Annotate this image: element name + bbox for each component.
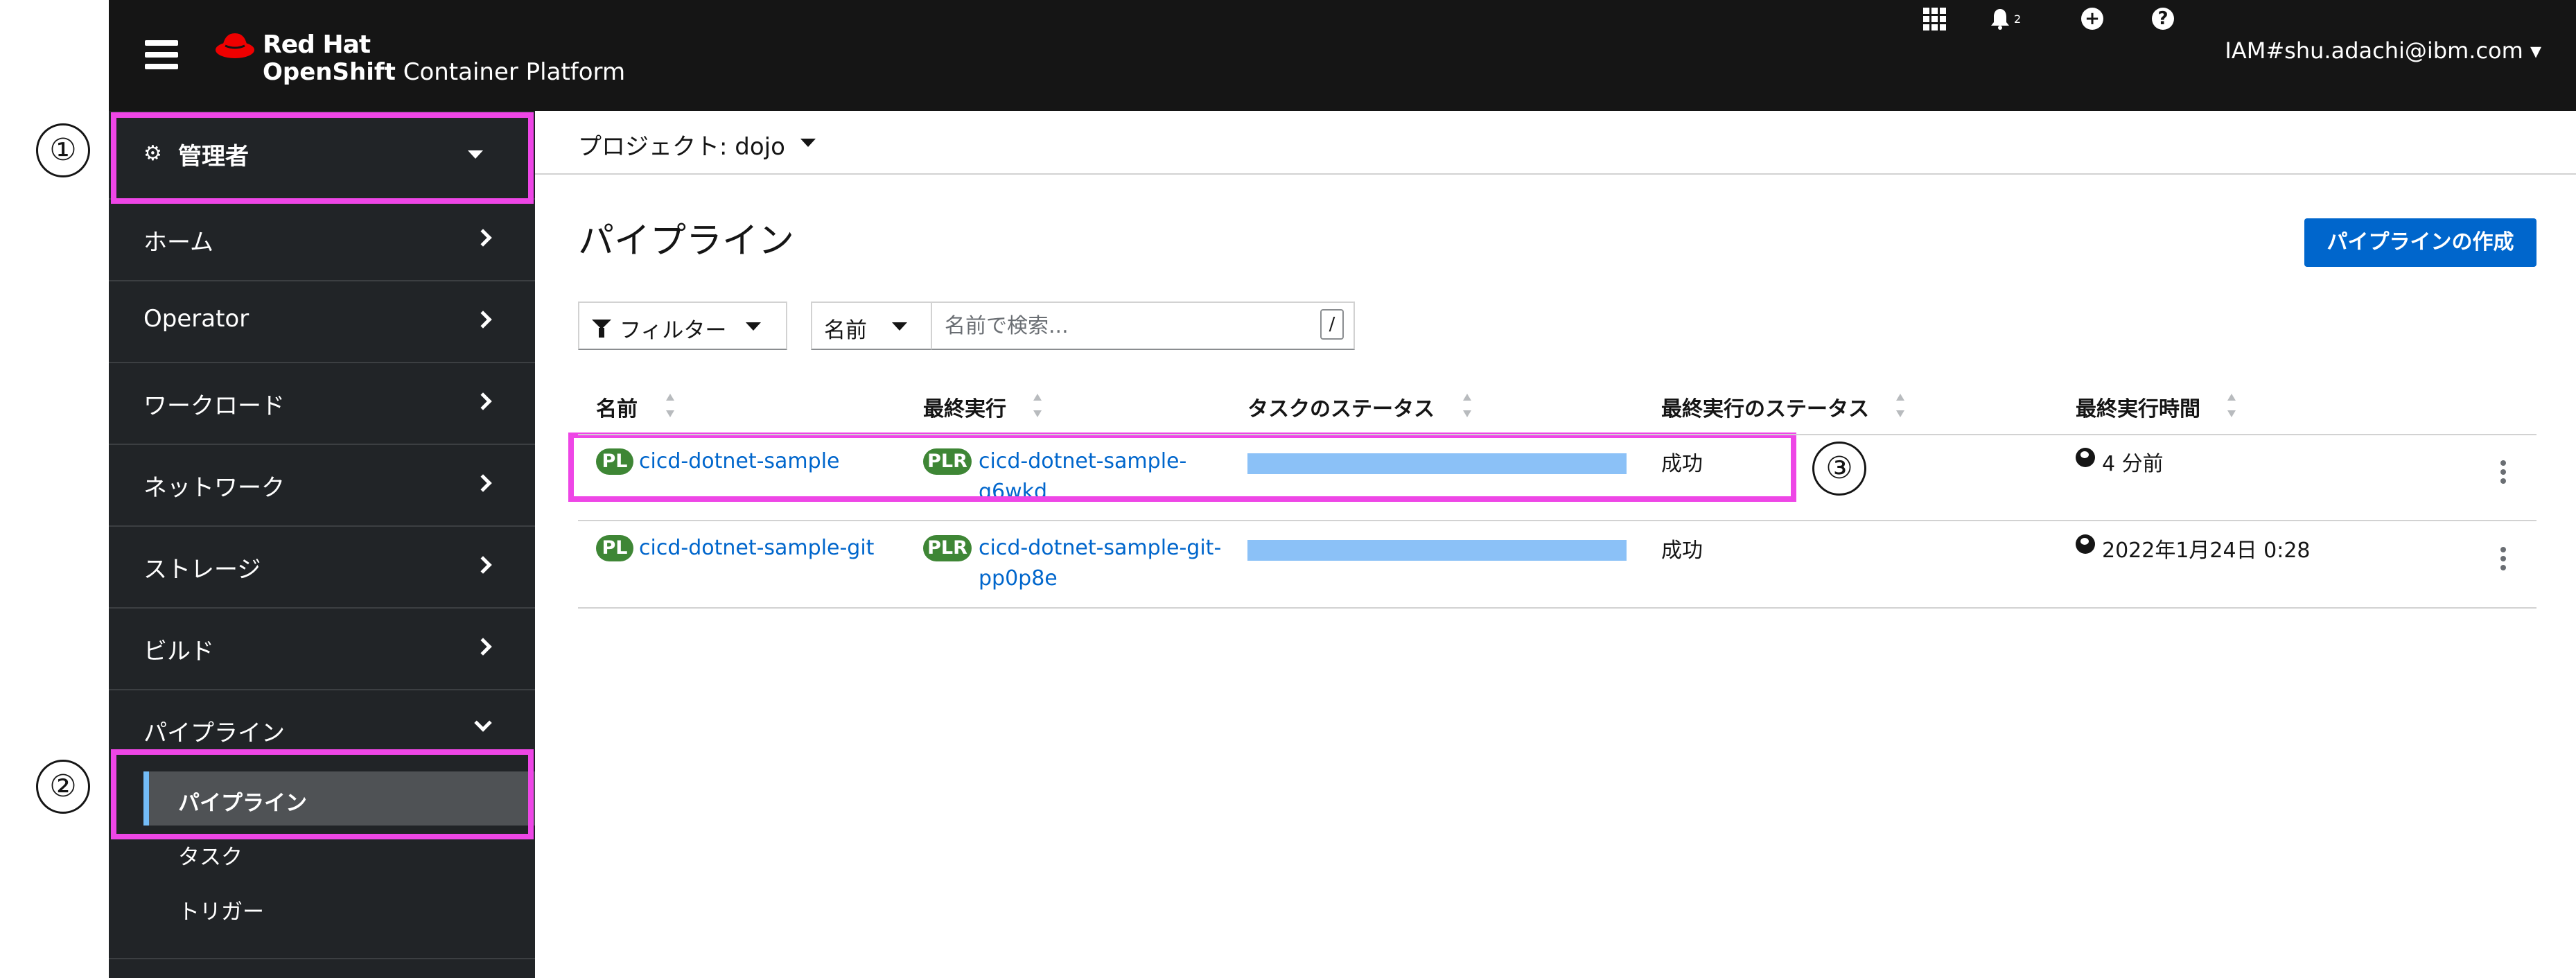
table-row-divider — [578, 520, 2536, 521]
redhat-logo-icon — [216, 33, 254, 58]
kebab-icon[interactable] — [2500, 460, 2506, 484]
sidebar-divider — [109, 958, 535, 959]
pipeline-name-link[interactable]: cicd-dotnet-sample — [639, 446, 839, 477]
search-attribute-dropdown[interactable]: 名前 — [811, 302, 932, 350]
sidebar-item-networking[interactable]: ネットワーク — [109, 445, 535, 527]
pl-badge: PL — [596, 535, 633, 561]
chevron-right-icon — [474, 311, 492, 329]
sidebar-item-workloads[interactable]: ワークロード — [109, 363, 535, 445]
sort-icon[interactable] — [1033, 394, 1042, 417]
sidebar-subitem-triggers[interactable]: トリガー — [143, 880, 535, 934]
chevron-right-icon — [474, 474, 492, 492]
page-title: パイプライン — [578, 220, 795, 262]
column-header-task-status[interactable]: タスクのステータス — [1247, 392, 1435, 422]
pipeline-name-link[interactable]: cicd-dotnet-sample-git — [639, 533, 874, 564]
sort-icon[interactable] — [2227, 394, 2236, 417]
sort-icon[interactable] — [665, 394, 675, 417]
last-run-link-cont[interactable]: q6wkd — [979, 477, 1047, 496]
filter-label: フィルター — [620, 318, 727, 343]
task-status-bar — [1247, 453, 1627, 474]
help-icon: ? — [2152, 8, 2174, 30]
search-input[interactable] — [931, 302, 1355, 350]
notifications-button[interactable]: 2 — [1990, 0, 2021, 37]
chevron-right-icon — [474, 229, 492, 247]
project-bar: プロジェクト: dojo — [535, 111, 2576, 175]
sort-icon[interactable] — [1895, 394, 1905, 417]
column-header-last-run-status[interactable]: 最終実行のステータス — [1661, 392, 1869, 422]
app-launcher-button[interactable] — [1923, 0, 1946, 37]
keyboard-shortcut-hint: / — [1320, 309, 1344, 340]
sidebar-item-label: ストレージ — [143, 556, 261, 584]
last-run-link-cont[interactable]: pp0p8e — [979, 564, 1058, 594]
caret-down-icon[interactable] — [800, 139, 816, 147]
sidebar-subitem-label: トリガー — [178, 900, 264, 925]
sidebar-item-storage[interactable]: ストレージ — [109, 527, 535, 609]
globe-icon — [2076, 448, 2095, 467]
caret-down-icon — [746, 322, 761, 331]
last-run-link[interactable]: cicd-dotnet-sample-git- — [979, 533, 1221, 564]
notification-count: 2 — [2014, 12, 2022, 26]
last-run-link[interactable]: cicd-dotnet-sample- — [979, 446, 1186, 477]
filter-icon — [592, 320, 611, 338]
table-row-divider — [578, 607, 2536, 609]
user-menu[interactable]: IAM#shu.adachi@ibm.com ▾ — [2225, 37, 2541, 64]
add-button[interactable]: + — [2081, 0, 2103, 37]
sidebar: ⚙ 管理者 ホーム Operator ワークロード ネットワーク ストレージ ビ… — [109, 111, 535, 978]
create-pipeline-button[interactable]: パイプラインの作成 — [2304, 218, 2536, 267]
sidebar-item-label: パイプライン — [143, 719, 285, 747]
brand-logo[interactable]: Red Hat OpenShift Container Platform — [213, 29, 625, 91]
chevron-right-icon — [474, 638, 492, 656]
highlight-pipelines-subitem — [111, 749, 534, 839]
filter-dropdown[interactable]: フィルター — [578, 302, 787, 350]
table-header-divider — [578, 434, 2536, 435]
bell-icon — [1991, 9, 2009, 30]
last-run-status: 成功 — [1661, 539, 1703, 563]
chevron-right-icon — [474, 392, 492, 410]
globe-icon — [2076, 534, 2095, 554]
sidebar-item-home[interactable]: ホーム — [109, 200, 535, 281]
sort-icon[interactable] — [1462, 394, 1472, 417]
sidebar-item-label: ネットワーク — [143, 474, 285, 502]
column-header-last-run[interactable]: 最終実行 — [923, 392, 1006, 422]
pl-badge: PL — [596, 448, 633, 475]
plus-circle-icon: + — [2081, 8, 2103, 30]
caret-down-icon — [892, 322, 907, 331]
sidebar-item-label: ワークロード — [143, 392, 285, 420]
task-status-bar — [1247, 540, 1627, 561]
sidebar-item-label: ホーム — [143, 229, 213, 256]
hamburger-icon[interactable] — [145, 40, 178, 69]
sidebar-subitem-label: タスク — [178, 845, 243, 870]
annotation-1: ① — [36, 123, 90, 177]
annotation-2: ② — [36, 760, 90, 814]
chevron-right-icon — [474, 556, 492, 574]
sidebar-item-operator[interactable]: Operator — [109, 281, 535, 363]
plr-badge: PLR — [923, 535, 972, 561]
annotation-3: ③ — [1812, 442, 1866, 496]
sidebar-item-builds[interactable]: ビルド — [109, 609, 535, 690]
plr-badge: PLR — [923, 448, 972, 475]
sidebar-item-label: Operator — [143, 305, 249, 333]
last-run-time: 2022年1月24日 0:28 — [2102, 539, 2311, 563]
app-launcher-icon — [1923, 7, 1946, 30]
last-run-status: 成功 — [1661, 452, 1703, 476]
help-button[interactable]: ? — [2152, 0, 2174, 37]
project-selector[interactable]: プロジェクト: dojo — [578, 128, 785, 161]
chevron-down-icon — [474, 714, 492, 732]
kebab-icon[interactable] — [2500, 547, 2506, 570]
brand-product-text: OpenShift Container Platform — [263, 58, 626, 86]
sidebar-item-label: ビルド — [143, 638, 214, 665]
brand-redhat-text: Red Hat — [263, 30, 371, 59]
column-header-last-run-time[interactable]: 最終実行時間 — [2076, 392, 2200, 422]
column-header-name[interactable]: 名前 — [596, 392, 638, 422]
last-run-time: 4 分前 — [2102, 452, 2164, 476]
masthead: Red Hat OpenShift Container Platform 2 +… — [109, 0, 2576, 111]
highlight-perspective — [111, 112, 534, 204]
search-attribute-label: 名前 — [824, 318, 867, 343]
